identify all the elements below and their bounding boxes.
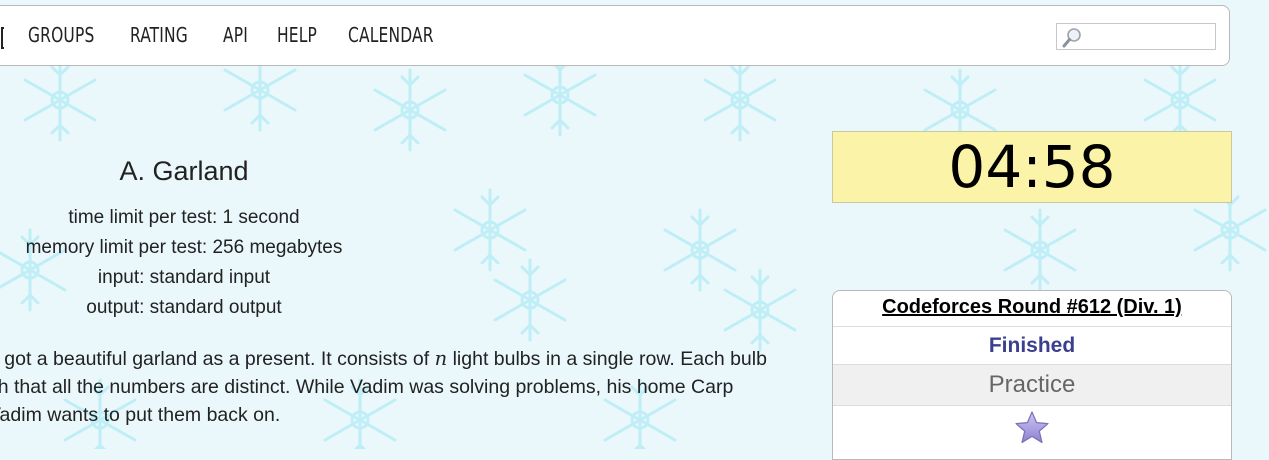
math-variable: n xyxy=(434,347,448,370)
statement-line: e got a beautiful garland as a present. … xyxy=(0,347,767,370)
menu-item-help[interactable]: HELP xyxy=(277,23,317,47)
star-row xyxy=(833,406,1231,459)
contest-practice: Practice xyxy=(833,365,1231,406)
menu-item-groups[interactable]: GROUPS xyxy=(28,23,94,47)
problem-header: A. Garland time limit per test: 1 second… xyxy=(0,150,368,323)
time-limit: time limit per test: 1 second xyxy=(68,207,300,228)
search-icon xyxy=(1062,28,1081,48)
contest-name-row: Codeforces Round #612 (Div. 1) xyxy=(833,291,1231,327)
contest-box: Codeforces Round #612 (Div. 1) Finished … xyxy=(832,290,1232,460)
problem-title: A. Garland xyxy=(119,156,249,186)
menu-item-api[interactable]: API xyxy=(223,23,248,47)
problem-statement: e got a beautiful garland as a present. … xyxy=(0,345,808,429)
menu-items: GROUPS RATING API HELP CALENDAR xyxy=(28,23,473,47)
statement-line: Vadim wants to put them back on. xyxy=(0,404,281,426)
statement-line: ch that all the numbers are distinct. Wh… xyxy=(0,376,734,398)
menu-item-cutoff xyxy=(1,27,4,49)
contest-name-link[interactable]: Codeforces Round #612 (Div. 1) xyxy=(882,296,1182,318)
input-spec: input: standard input xyxy=(97,267,271,288)
countdown-timer: 04:58 xyxy=(832,131,1232,203)
top-menu-bar: GROUPS RATING API HELP CALENDAR xyxy=(0,5,1230,66)
menu-item-calendar[interactable]: CALENDAR xyxy=(348,23,434,47)
memory-limit: memory limit per test: 256 megabytes xyxy=(25,237,343,258)
contest-status: Finished xyxy=(833,327,1231,365)
search-input[interactable] xyxy=(1056,23,1216,50)
star-icon[interactable] xyxy=(1014,410,1050,446)
menu-item-rating[interactable]: RATING xyxy=(130,23,188,47)
output-spec: output: standard output xyxy=(86,297,282,318)
